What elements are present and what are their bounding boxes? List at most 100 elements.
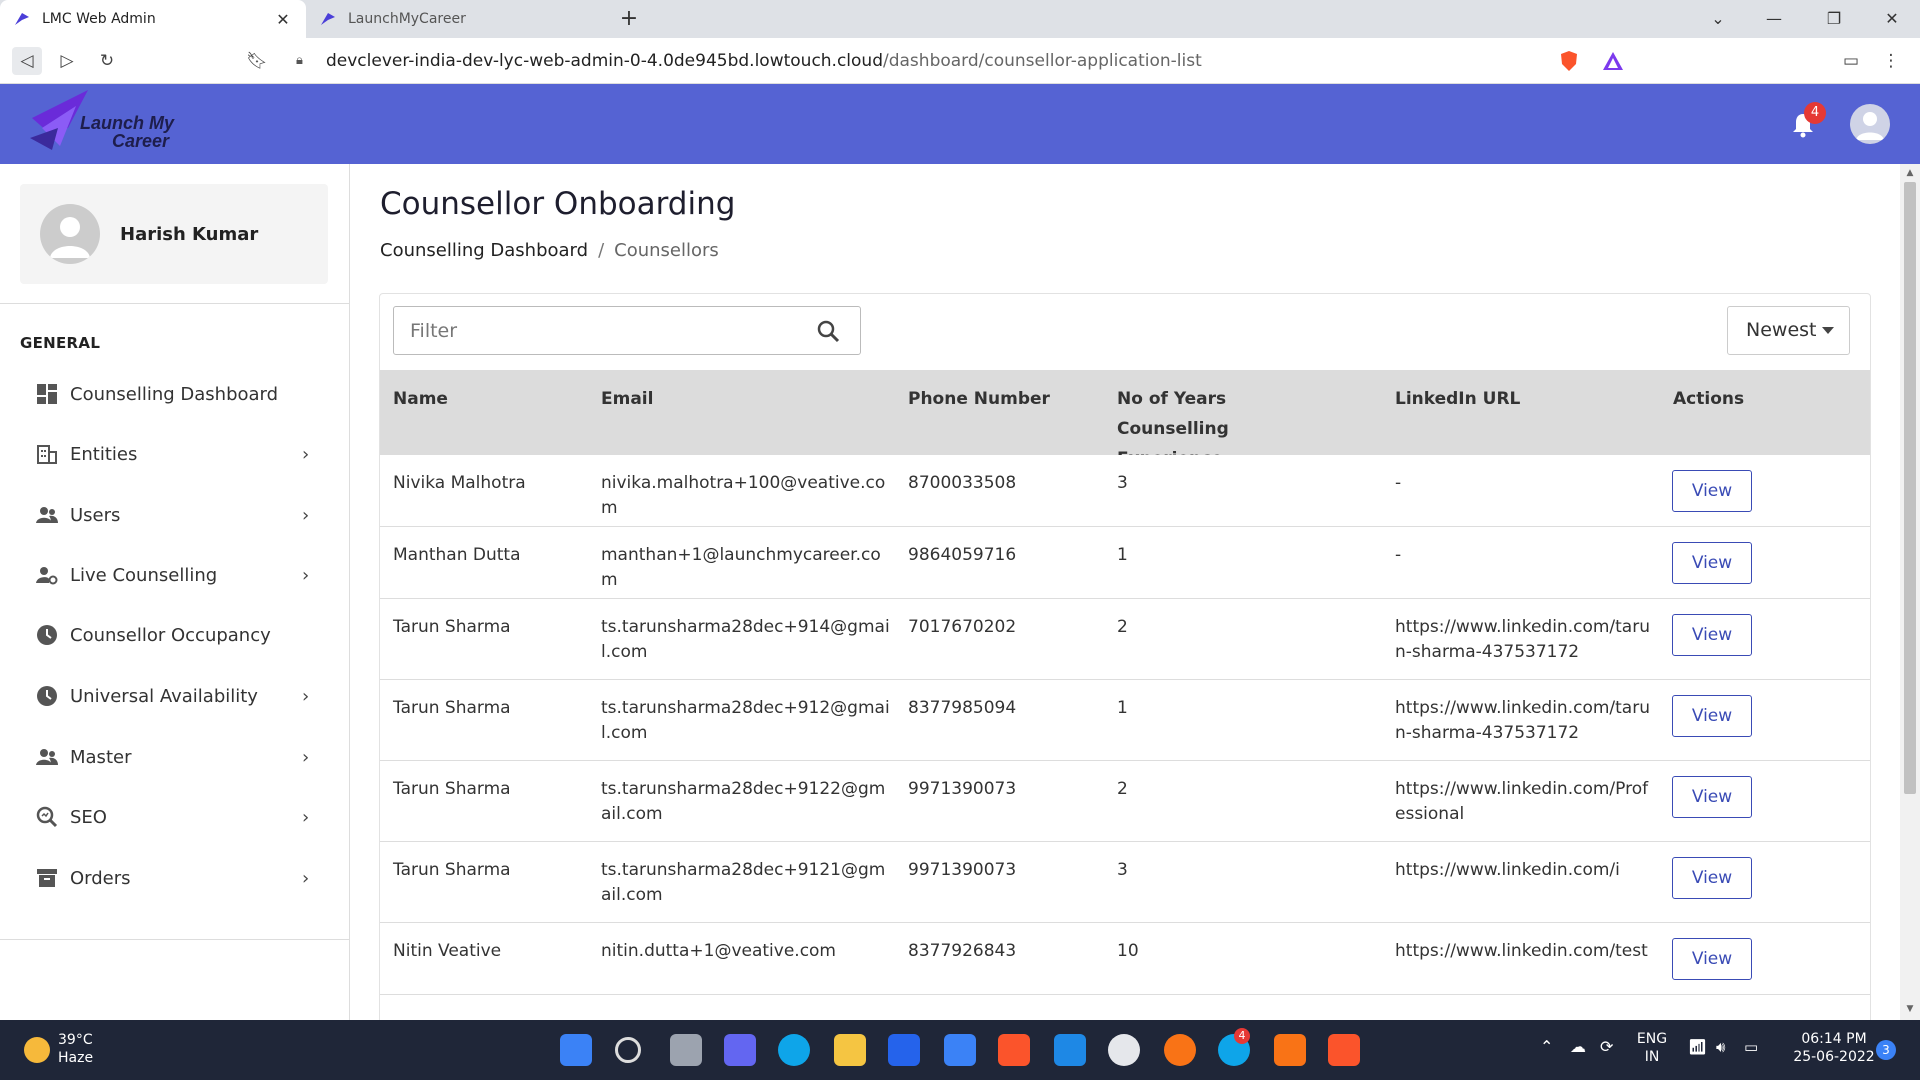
sort-dropdown[interactable]: Newest (1727, 306, 1850, 355)
brave-browser-icon[interactable] (998, 1034, 1030, 1066)
clock-icon (37, 625, 57, 645)
sort-label: Newest (1746, 319, 1817, 341)
close-window-button[interactable]: ✕ (1864, 0, 1920, 38)
search-icon[interactable] (615, 1037, 641, 1063)
notification-center-badge[interactable]: 3 (1876, 1040, 1896, 1060)
sidebar-item-label: Counsellor Occupancy (70, 624, 271, 646)
wallet-icon[interactable]: ▭ (1836, 47, 1866, 75)
table-row: Tarun Sharma ts.tarunsharma28dec+9121@gm… (380, 842, 1870, 923)
cell-experience: 2 (1117, 617, 1128, 637)
onedrive-cloud-icon[interactable]: ☁ (1570, 1038, 1586, 1056)
view-button[interactable]: View (1672, 857, 1752, 899)
sidebar-item-entities[interactable]: Entities › (0, 429, 350, 479)
sidebar-item-orders[interactable]: Orders › (0, 853, 350, 903)
user-silhouette-icon (50, 217, 90, 258)
scrollbar-thumb[interactable] (1904, 182, 1916, 794)
browser-menu-icon[interactable]: ⋮ (1876, 47, 1906, 75)
brave-browser-icon[interactable] (1328, 1034, 1360, 1066)
mail-icon[interactable] (944, 1034, 976, 1066)
view-button[interactable]: View (1672, 776, 1752, 818)
cell-linkedin[interactable]: https://www.linkedin.com/Professional (1395, 777, 1655, 827)
sidebar-item-live-counselling[interactable]: Live Counselling › (0, 550, 350, 600)
cell-email: manthan+1@launchmycareer.com (601, 545, 881, 590)
new-tab-button[interactable]: + (616, 7, 642, 33)
cell-name: Manthan Dutta (393, 545, 521, 565)
scroll-up-arrow-icon[interactable]: ▲ (1904, 168, 1916, 180)
view-button[interactable]: View (1672, 695, 1752, 737)
battery-icon[interactable]: ▭ (1744, 1038, 1758, 1056)
sidebar-item-label: Live Counselling (70, 564, 218, 586)
sidebar-item-counselling-dashboard[interactable]: Counselling Dashboard (0, 369, 350, 419)
cell-name: Tarun Sharma (393, 779, 511, 799)
user-avatar[interactable] (1850, 104, 1890, 144)
cell-phone: 8377985094 (908, 698, 1017, 718)
chevron-up-icon[interactable]: ⌃ (1540, 1038, 1553, 1056)
task-view-icon[interactable] (670, 1034, 702, 1066)
xampp-icon[interactable] (1274, 1034, 1306, 1066)
column-header-name[interactable]: Name (393, 384, 448, 414)
sidebar-item-label: Orders (70, 867, 131, 889)
teams-chat-icon[interactable] (724, 1034, 756, 1066)
view-button[interactable]: View (1672, 614, 1752, 656)
windows-start-icon[interactable] (560, 1034, 592, 1066)
sidebar: Harish Kumar GENERAL Counselling Dashboa… (0, 164, 350, 1020)
cell-email: ts.tarunsharma28dec+9121@gmail.com (601, 860, 886, 905)
clock[interactable]: 06:14 PM 25-06-2022 (1786, 1030, 1882, 1066)
weather-condition: Haze (58, 1050, 94, 1066)
slack-icon[interactable] (1108, 1034, 1140, 1066)
bookmark-icon[interactable]: 🔖︎ (242, 47, 272, 75)
skype-badge: 4 (1234, 1028, 1250, 1044)
sidebar-item-universal-availability[interactable]: Universal Availability › (0, 671, 350, 721)
logo-line-2: Career (112, 131, 170, 151)
volume-icon[interactable]: 🔊︎ (1716, 1038, 1725, 1056)
view-button[interactable]: View (1672, 470, 1752, 512)
column-header-phone[interactable]: Phone Number (908, 384, 1050, 414)
app-header (0, 84, 1920, 164)
url-field[interactable]: devclever-india-dev-lyc-web-admin-0-4.0d… (326, 47, 1202, 75)
microsoft-store-icon[interactable] (888, 1034, 920, 1066)
tab-search-chevron-icon[interactable]: ⌄ (1690, 0, 1746, 38)
cell-linkedin[interactable]: https://www.linkedin.com/test (1395, 939, 1655, 964)
cell-linkedin[interactable]: https://www.linkedin.com/i (1395, 858, 1655, 883)
profile-card[interactable]: Harish Kumar (20, 184, 328, 284)
back-button[interactable]: ◁ (12, 47, 42, 75)
brave-shield-icon[interactable] (1558, 50, 1580, 72)
sidebar-item-users[interactable]: Users › (0, 490, 350, 540)
page-title: Counsellor Onboarding (380, 186, 736, 222)
filter-input[interactable] (410, 307, 810, 354)
close-tab-icon[interactable]: ✕ (274, 10, 292, 29)
column-header-email[interactable]: Email (601, 384, 653, 414)
reload-button[interactable]: ↻ (92, 47, 122, 75)
scroll-down-arrow-icon[interactable]: ▼ (1904, 1004, 1916, 1016)
tab-launchmycareer[interactable]: LaunchMyCareer (306, 0, 602, 38)
cell-linkedin[interactable]: https://www.linkedin.com/tarun-sharma-43… (1395, 696, 1655, 746)
column-header-actions: Actions (1673, 389, 1745, 409)
sidebar-item-counsellor-occupancy[interactable]: Counsellor Occupancy (0, 610, 350, 660)
tab-lmc-web-admin[interactable]: LMC Web Admin ✕ (0, 0, 306, 38)
search-icon[interactable] (816, 319, 840, 343)
vscode-icon[interactable] (1054, 1034, 1086, 1066)
postman-icon[interactable] (1164, 1034, 1196, 1066)
wifi-icon[interactable]: 📶︎ (1688, 1038, 1707, 1056)
cell-experience: 1 (1117, 545, 1128, 565)
profile-name: Harish Kumar (120, 224, 259, 245)
brave-rewards-icon[interactable] (1602, 50, 1624, 72)
sidebar-item-master[interactable]: Master › (0, 732, 350, 782)
dashboard-icon (37, 384, 57, 404)
table-row: Nitin Veative nitin.dutta+1@veative.com … (380, 923, 1870, 995)
language-indicator[interactable]: ENG IN (1634, 1030, 1670, 1066)
view-button[interactable]: View (1672, 938, 1752, 980)
forward-button[interactable]: ▷ (52, 47, 82, 75)
minimize-button[interactable]: — (1746, 0, 1802, 38)
sidebar-item-seo[interactable]: SEO › (0, 792, 350, 842)
maximize-button[interactable]: ❐ (1806, 0, 1862, 38)
lock-icon[interactable]: 🔒︎ (296, 47, 303, 75)
sync-icon[interactable]: ⟳ (1600, 1038, 1613, 1056)
file-explorer-icon[interactable] (834, 1034, 866, 1066)
table-row: Nivika Malhotra nivika.malhotra+100@veat… (380, 455, 1870, 527)
column-header-linkedin[interactable]: LinkedIn URL (1395, 384, 1520, 414)
edge-browser-icon[interactable] (778, 1034, 810, 1066)
view-button[interactable]: View (1672, 542, 1752, 584)
cell-linkedin[interactable]: https://www.linkedin.com/tarun-sharma-43… (1395, 615, 1655, 665)
breadcrumb-link-dashboard[interactable]: Counselling Dashboard (380, 240, 588, 261)
